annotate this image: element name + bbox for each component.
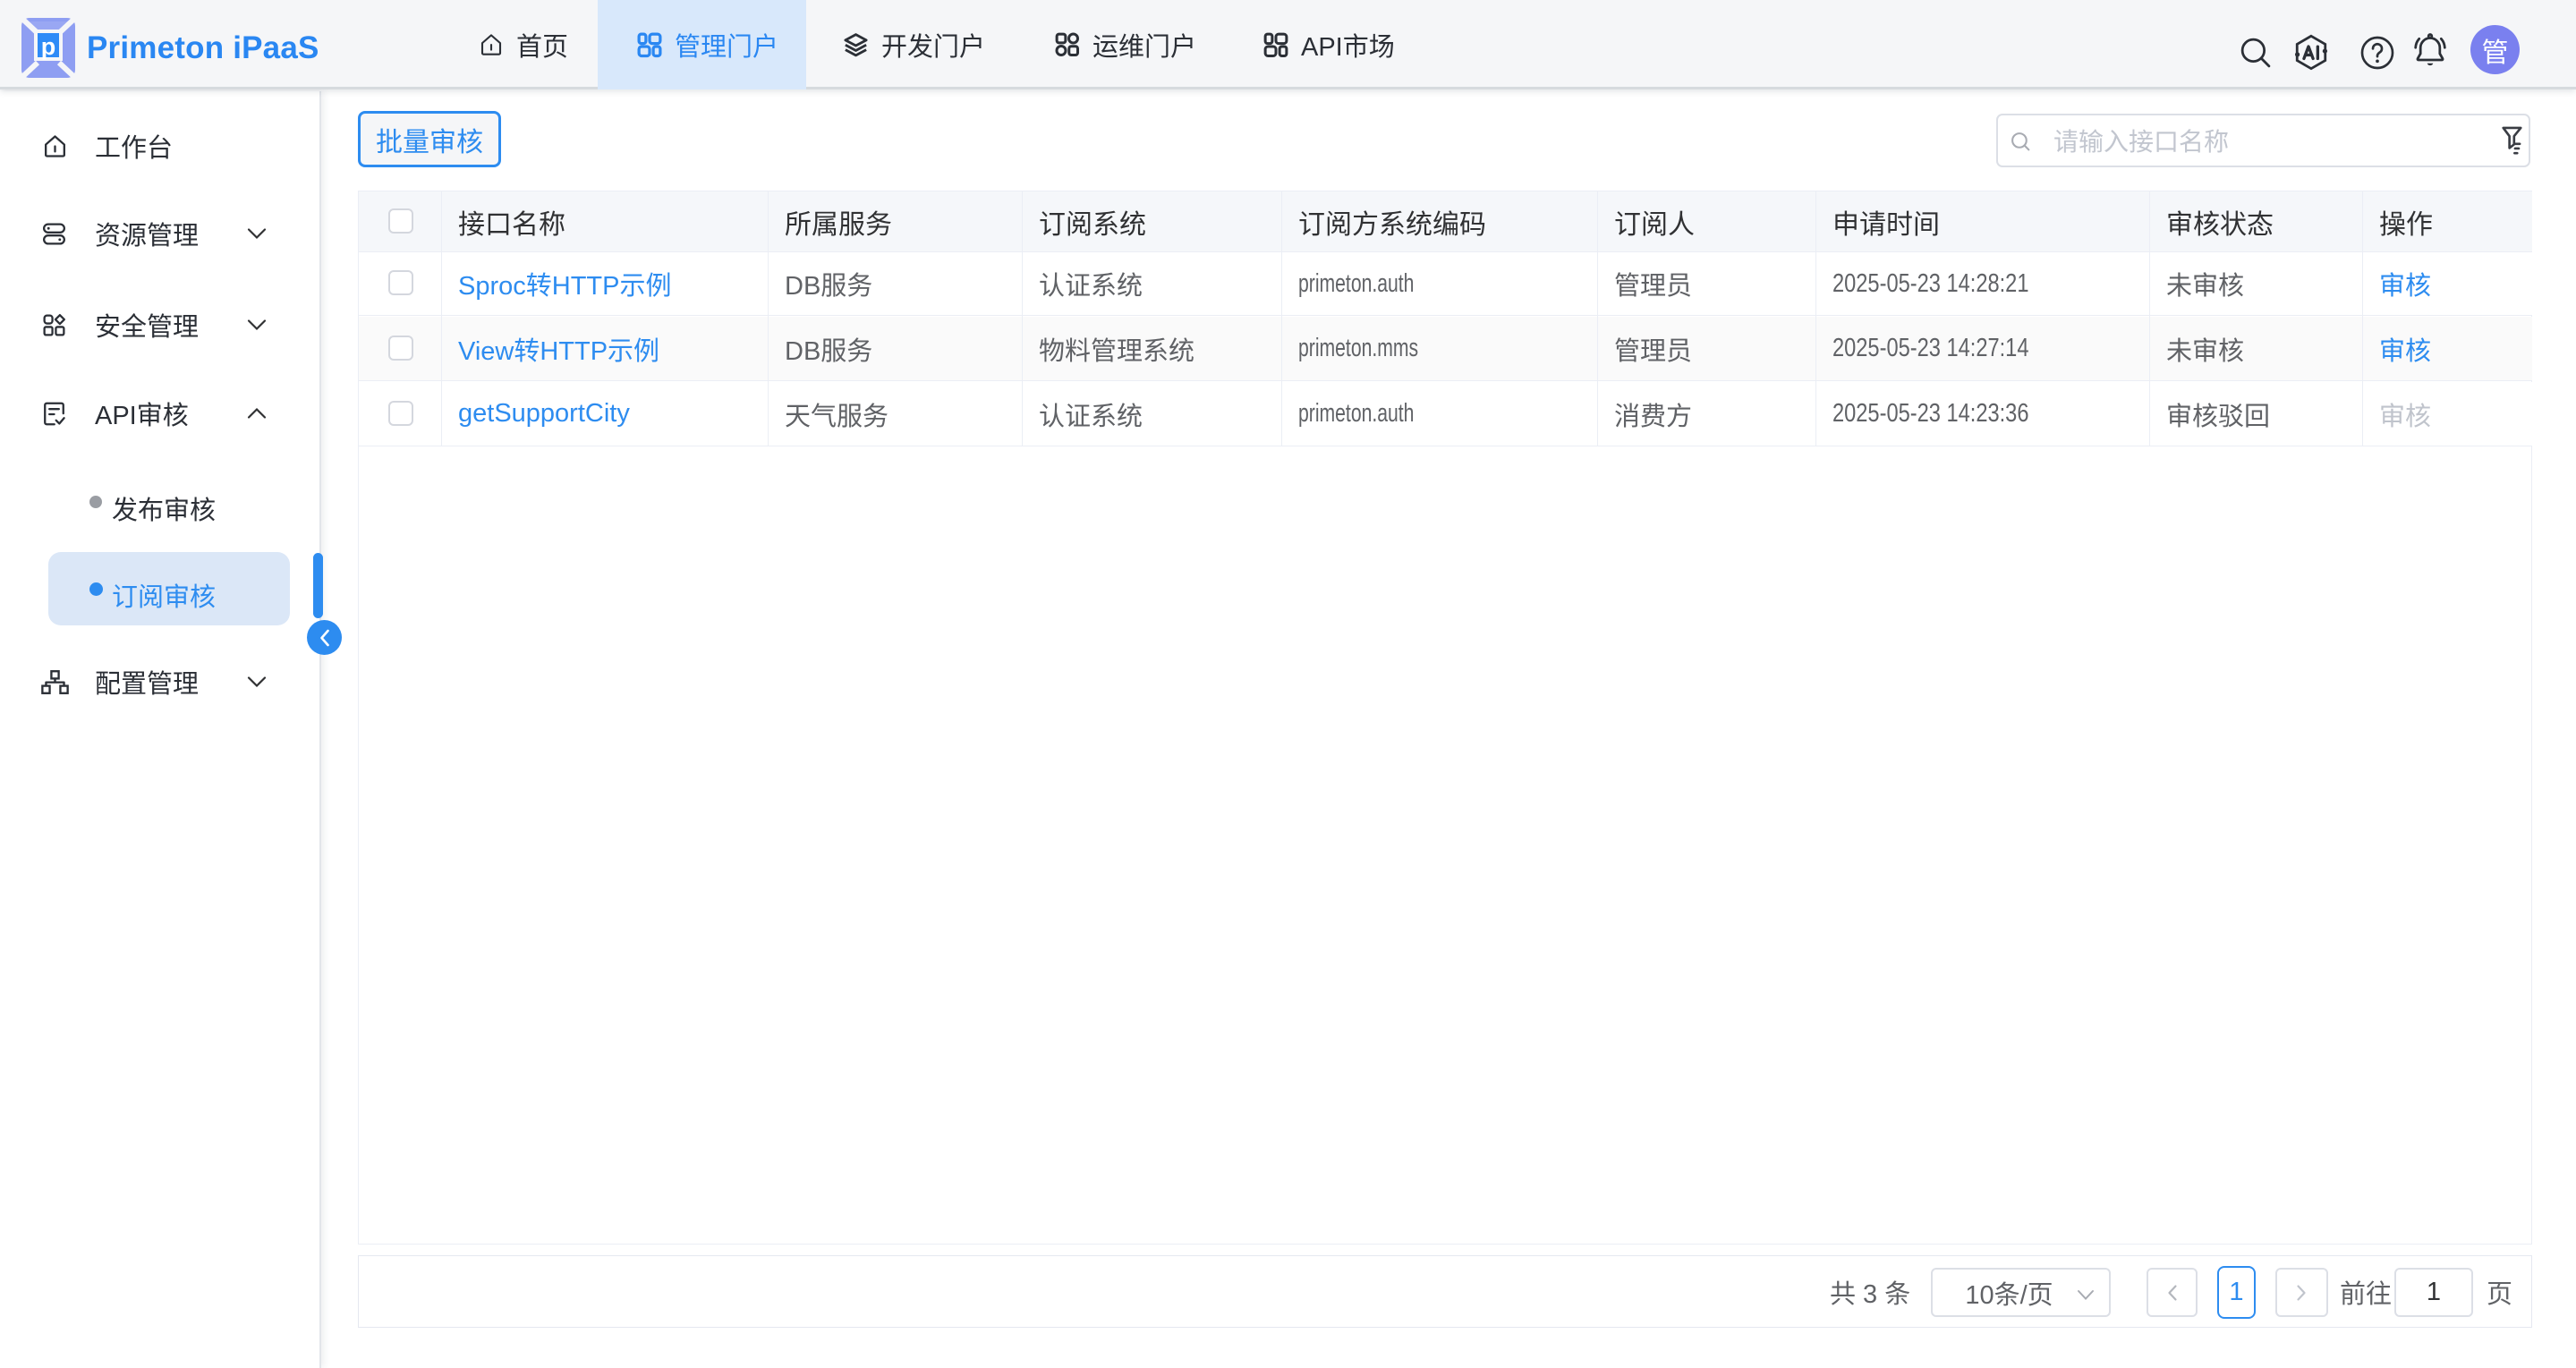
svg-text:p: p [41,33,56,60]
